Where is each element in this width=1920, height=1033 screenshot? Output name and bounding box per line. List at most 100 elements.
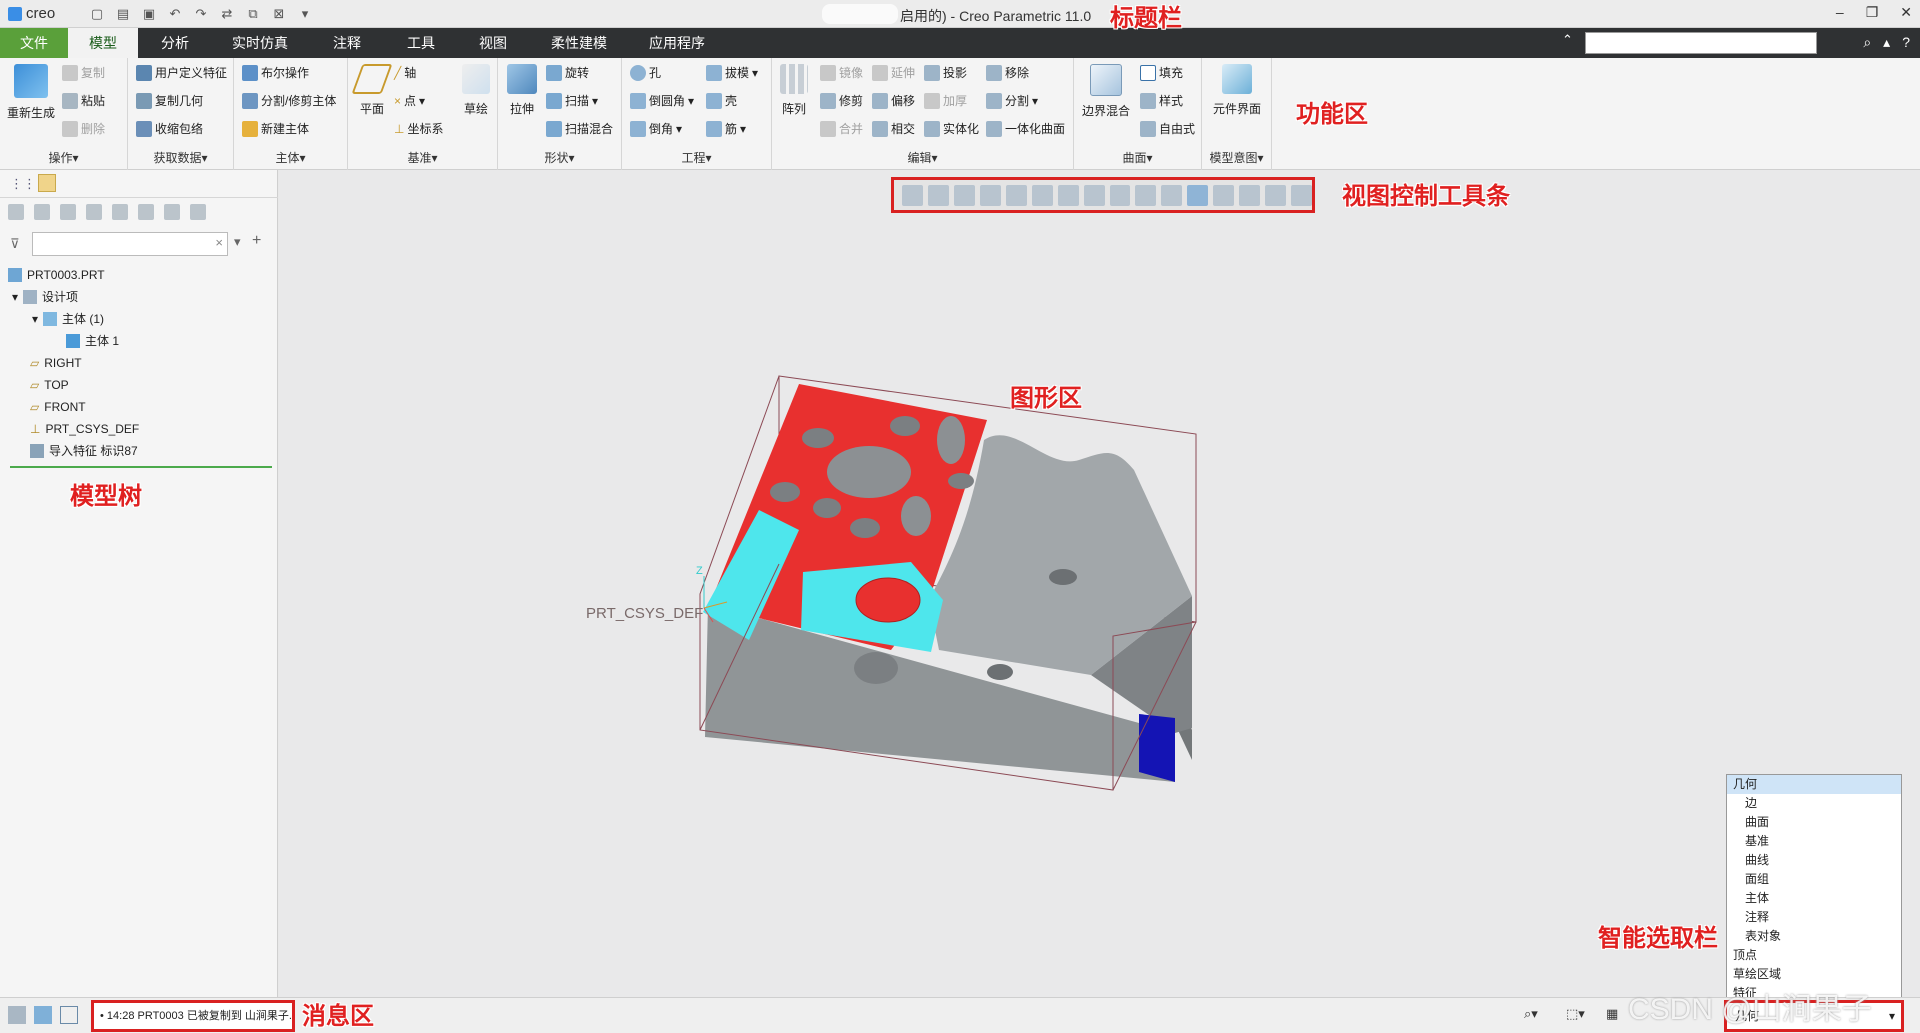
axis-button[interactable]: ╱ 轴 (394, 64, 416, 81)
tab-annotate[interactable]: 注释 (322, 28, 372, 58)
tab-applications[interactable]: 应用程序 (644, 28, 710, 58)
boolean-button[interactable]: 布尔操作 (242, 64, 309, 81)
tree-columns-icon[interactable] (60, 204, 76, 220)
graphics-area[interactable]: Z PRT_CSYS_DEF (279, 170, 1920, 997)
tree-item-bodies[interactable]: ▾ 主体 (1) (8, 308, 270, 330)
section-icon[interactable] (1109, 184, 1131, 206)
tree-item-design-items[interactable]: ▾ 设计项 (8, 286, 270, 308)
filter-option[interactable]: 基准 (1727, 832, 1901, 851)
filter-option[interactable]: 主体 (1727, 889, 1901, 908)
selection-box-icon[interactable]: ▦ (1606, 1006, 1618, 1022)
mirror-button[interactable]: 镜像 (820, 64, 863, 81)
project-button[interactable]: 投影 (924, 64, 967, 81)
tab-view[interactable]: 视图 (468, 28, 518, 58)
rib-button[interactable]: 筋 ▾ (706, 120, 746, 137)
revolve-button[interactable]: 旋转 (546, 64, 589, 81)
tab-analysis[interactable]: 分析 (150, 28, 200, 58)
expand-icon[interactable]: ▾ (32, 308, 38, 330)
divide-button[interactable]: 分割 ▾ (986, 92, 1038, 109)
sweep-button[interactable]: 扫描 ▾ (546, 92, 598, 109)
add-filter-icon[interactable]: + (252, 232, 261, 250)
tree-layers-icon[interactable] (138, 204, 154, 220)
thicken-button[interactable]: 加厚 (924, 92, 967, 109)
tree-item-body-1[interactable]: 主体 1 (8, 330, 270, 352)
tree-display-icon[interactable] (112, 204, 128, 220)
browser-icon[interactable] (34, 1006, 52, 1024)
chamfer-dropdown-icon[interactable]: ▾ (676, 122, 682, 136)
filter-option[interactable]: 顶点 (1727, 946, 1901, 965)
merge-button[interactable]: 合并 (820, 120, 863, 137)
point-button[interactable]: × 点 ▾ (394, 92, 425, 109)
sweep-blend-button[interactable]: 扫描混合 (546, 120, 613, 137)
tree-search-input[interactable]: × (32, 232, 228, 256)
draft-dropdown-icon[interactable]: ▾ (752, 66, 758, 80)
component-interface-button[interactable]: 元件界面 (1208, 64, 1266, 117)
trim-button[interactable]: 修剪 (820, 92, 863, 109)
simulation-icon[interactable] (1239, 184, 1261, 206)
windows-icon[interactable]: ⧉ (244, 5, 262, 23)
plane-button[interactable]: 平面 (351, 64, 393, 117)
paste-button[interactable]: 粘贴 (62, 92, 105, 109)
group-label-model-intent[interactable]: 模型意图▾ (1202, 149, 1271, 166)
open-file-icon[interactable]: ▤ (114, 5, 132, 23)
zoom-in-icon[interactable] (927, 184, 949, 206)
tab-tools[interactable]: 工具 (396, 28, 446, 58)
clear-search-icon[interactable]: × (215, 235, 223, 250)
folder-browser-tab-icon[interactable] (38, 174, 56, 192)
redo-icon[interactable]: ↷ (192, 5, 210, 23)
help-icon[interactable]: ? (1902, 34, 1910, 51)
tree-show-icon[interactable] (164, 204, 180, 220)
spin-center-icon[interactable] (1187, 184, 1209, 206)
point-dropdown-icon[interactable]: ▾ (419, 94, 425, 108)
filter-option[interactable]: 面组 (1727, 870, 1901, 889)
tab-simulation[interactable]: 实时仿真 (228, 28, 292, 58)
display-style-icon[interactable] (1031, 184, 1053, 206)
filter-option[interactable]: 曲面 (1727, 813, 1901, 832)
full-screen-icon[interactable] (60, 1006, 78, 1024)
restore-icon[interactable]: ❐ (1866, 4, 1879, 21)
close-window-icon[interactable]: ⊠ (270, 5, 288, 23)
extrude-button[interactable]: 拉伸 (502, 64, 542, 117)
group-label-operations[interactable]: 操作▾ (0, 149, 127, 166)
cap-icon[interactable]: ▴ (1883, 34, 1890, 51)
tree-item-top[interactable]: ▱ TOP (8, 374, 270, 396)
new-body-button[interactable]: 新建主体 (242, 120, 309, 137)
copy-geometry-button[interactable]: 复制几何 (136, 92, 203, 109)
remove-button[interactable]: 移除 (986, 64, 1029, 81)
regenerate-button[interactable]: 重新生成 (4, 64, 58, 121)
fill-button[interactable]: 填充 (1140, 64, 1183, 81)
filter-option[interactable]: 表对象 (1727, 927, 1901, 946)
search-icon[interactable]: ⌕ (1863, 34, 1871, 51)
round-button[interactable]: 倒圆角 ▾ (630, 92, 694, 109)
collapse-ribbon-icon[interactable]: ⌃ (1562, 32, 1573, 48)
tab-file[interactable]: 文件 (0, 28, 68, 58)
tree-more-icon[interactable] (190, 204, 206, 220)
style-button[interactable]: 样式 (1140, 92, 1183, 109)
find-icon[interactable]: ⌕▾ (1524, 1006, 1538, 1022)
group-label-get-data[interactable]: 获取数据▾ (128, 149, 233, 166)
unify-surfaces-button[interactable]: 一体化曲面 (986, 120, 1065, 137)
udf-button[interactable]: 用户定义特征 (136, 64, 227, 81)
divide-dropdown-icon[interactable]: ▾ (1032, 94, 1038, 108)
undo-icon[interactable]: ↶ (166, 5, 184, 23)
tree-item-front[interactable]: ▱ FRONT (8, 396, 270, 418)
chamfer-button[interactable]: 倒角 ▾ (630, 120, 682, 137)
shrinkwrap-button[interactable]: 收缩包络 (136, 120, 203, 137)
pause-icon[interactable] (1265, 184, 1287, 206)
shell-button[interactable]: 壳 (706, 92, 737, 109)
tab-model[interactable]: 模型 (68, 28, 138, 58)
draft-button[interactable]: 拔模 ▾ (706, 64, 758, 81)
new-file-icon[interactable]: ▢ (88, 5, 106, 23)
save-icon[interactable]: ▣ (140, 5, 158, 23)
csys-button[interactable]: ⊥ 坐标系 (394, 120, 443, 137)
group-label-datum[interactable]: 基准▾ (348, 149, 497, 166)
group-label-surfaces[interactable]: 曲面▾ (1074, 149, 1201, 166)
tree-item-import-feature[interactable]: 导入特征 标识87 (8, 440, 270, 462)
group-label-shape[interactable]: 形状▾ (498, 149, 621, 166)
boundary-blend-button[interactable]: 边界混合 (1076, 64, 1136, 119)
zoom-out-icon[interactable] (953, 184, 975, 206)
show-navigator-icon[interactable] (8, 1006, 26, 1024)
freestyle-button[interactable]: 自由式 (1140, 120, 1195, 137)
datum-display-icon[interactable] (1135, 184, 1157, 206)
appearance-icon[interactable] (1291, 184, 1312, 206)
